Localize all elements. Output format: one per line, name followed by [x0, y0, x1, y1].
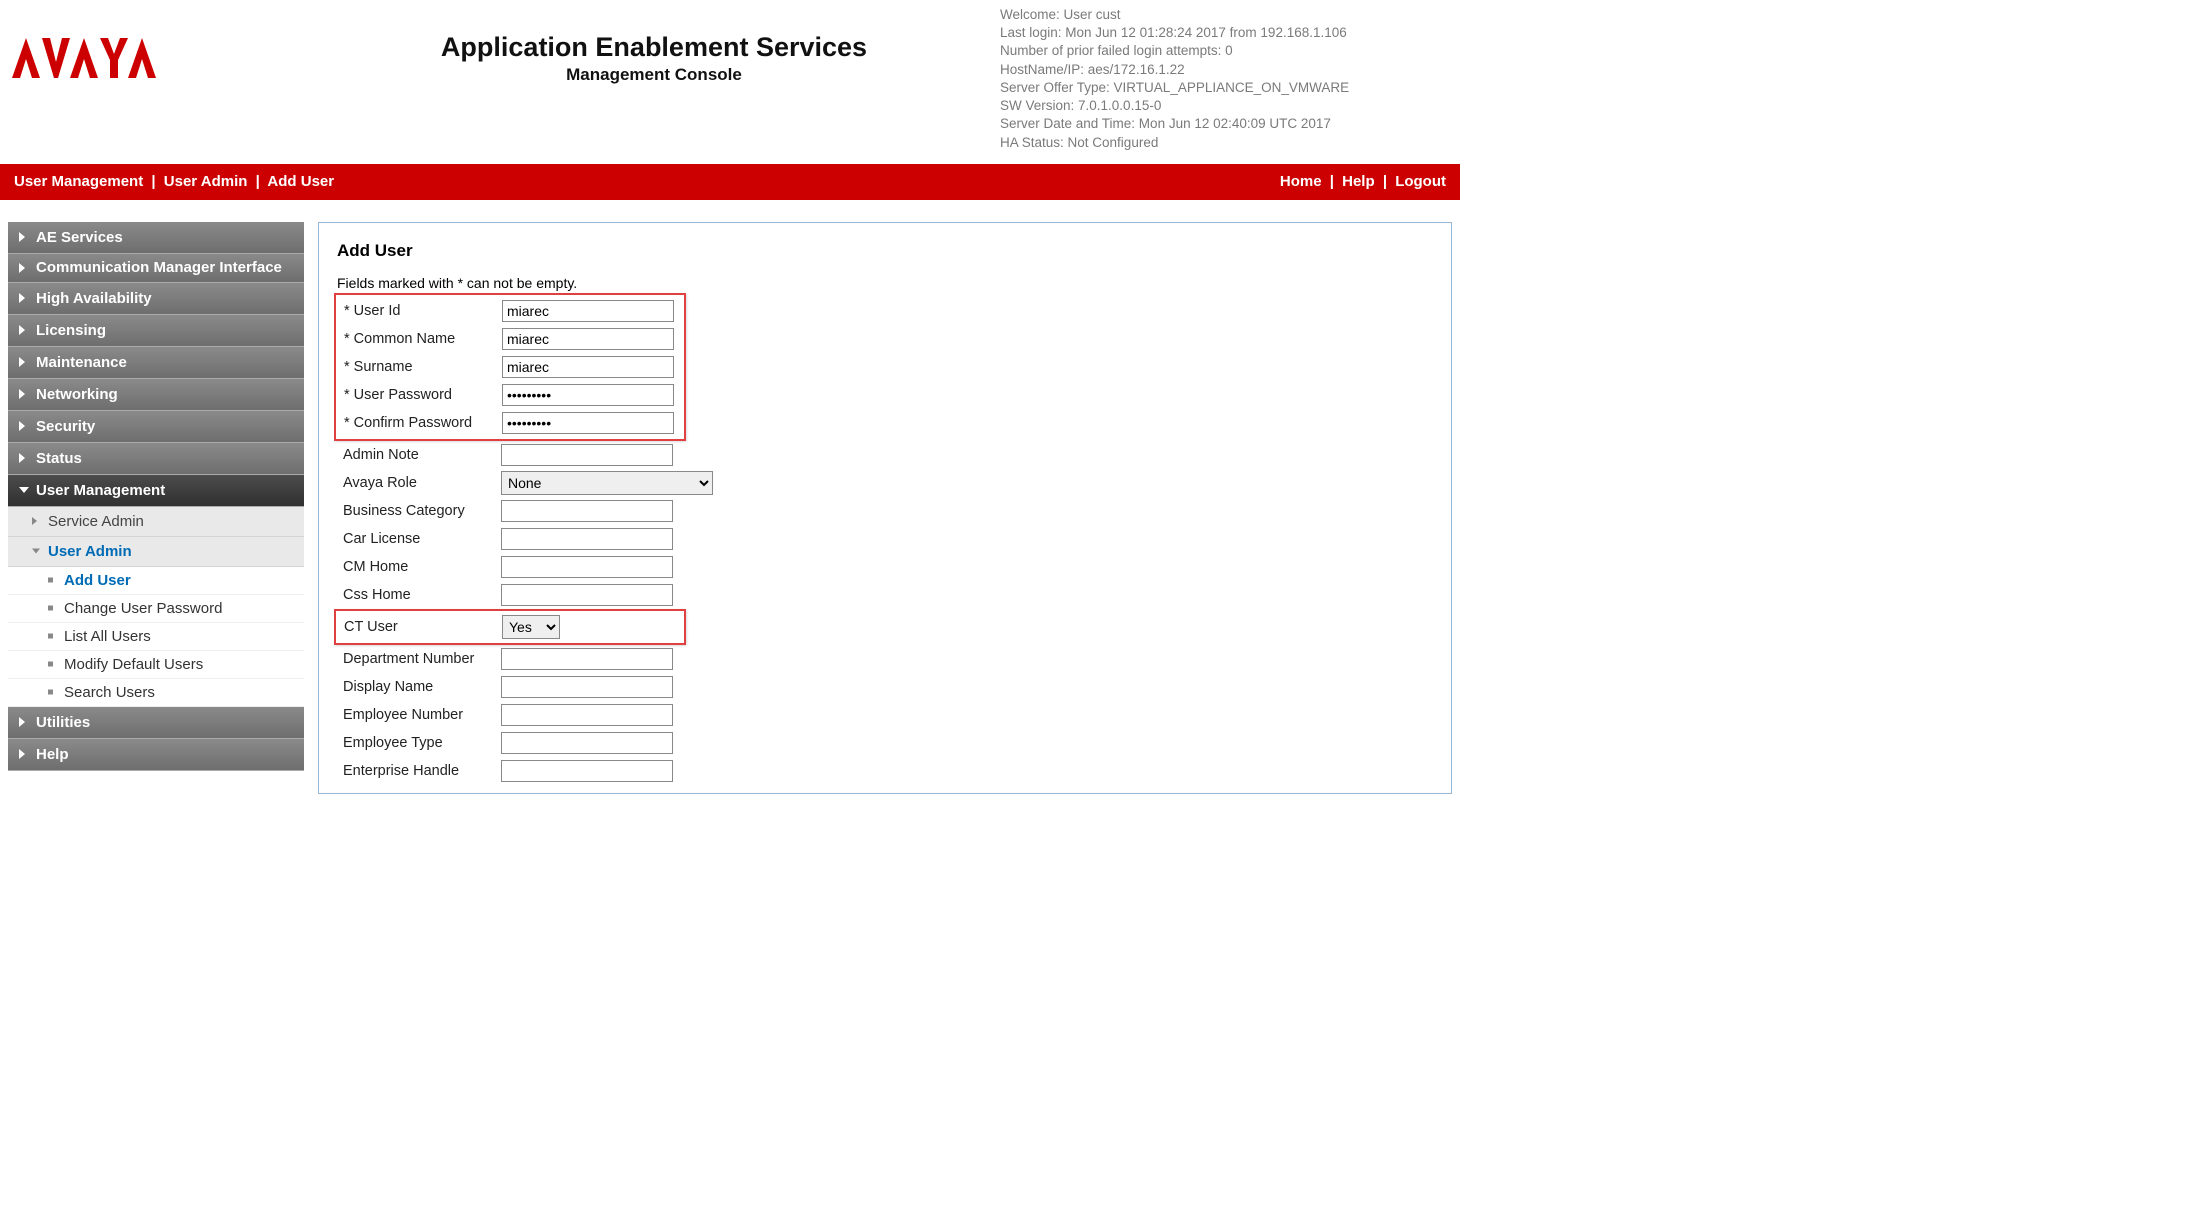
page-subtitle: Management Console	[308, 65, 1000, 85]
info-ha-status: HA Status: Not Configured	[1000, 134, 1460, 152]
label-employee-type: Employee Type	[337, 735, 501, 751]
label-department-number: Department Number	[337, 651, 501, 667]
label-common-name: * Common Name	[338, 331, 502, 347]
label-enterprise-handle: Enterprise Handle	[337, 763, 501, 779]
sidebar-item-licensing[interactable]: Licensing	[8, 315, 304, 347]
avaya-logo	[8, 34, 308, 82]
sidebar-leaf-change-user-password[interactable]: Change User Password	[8, 595, 304, 623]
info-last-login: Last login: Mon Jun 12 01:28:24 2017 fro…	[1000, 24, 1460, 42]
sidebar-leaf-add-user[interactable]: Add User	[8, 567, 304, 595]
label-admin-note: Admin Note	[337, 447, 501, 463]
info-failed-attempts: Number of prior failed login attempts: 0	[1000, 42, 1460, 60]
sidebar-item-security[interactable]: Security	[8, 411, 304, 443]
label-car-license: Car License	[337, 531, 501, 547]
sidebar-item-cm-interface[interactable]: Communication Manager Interface	[8, 254, 304, 283]
info-hostname: HostName/IP: aes/172.16.1.22	[1000, 61, 1460, 79]
top-right-links: Home | Help | Logout	[1280, 173, 1446, 190]
breadcrumb-bar: User Management | User Admin | Add User …	[0, 164, 1460, 200]
user-id-input[interactable]	[502, 300, 674, 322]
logo-block	[8, 4, 308, 82]
required-note: Fields marked with * can not be empty.	[337, 275, 1433, 291]
label-surname: * Surname	[338, 359, 502, 375]
label-user-password: * User Password	[338, 387, 502, 403]
sidebar-item-user-management[interactable]: User Management	[8, 475, 304, 507]
enterprise-handle-input[interactable]	[501, 760, 673, 782]
session-info-block: Welcome: User cust Last login: Mon Jun 1…	[1000, 4, 1460, 152]
info-server-offer: Server Offer Type: VIRTUAL_APPLIANCE_ON_…	[1000, 79, 1460, 97]
label-css-home: Css Home	[337, 587, 501, 603]
user-password-input[interactable]	[502, 384, 674, 406]
sidebar-sub-user-admin[interactable]: User Admin	[8, 537, 304, 567]
breadcrumb-user-admin[interactable]: User Admin	[164, 173, 248, 190]
info-server-date: Server Date and Time: Mon Jun 12 02:40:0…	[1000, 115, 1460, 133]
label-cm-home: CM Home	[337, 559, 501, 575]
display-name-input[interactable]	[501, 676, 673, 698]
label-business-category: Business Category	[337, 503, 501, 519]
header-area: Application Enablement Services Manageme…	[0, 0, 1460, 152]
employee-type-input[interactable]	[501, 732, 673, 754]
sidebar-leaf-list-all-users[interactable]: List All Users	[8, 623, 304, 651]
sidebar-item-ae-services[interactable]: AE Services	[8, 222, 304, 254]
page-title: Application Enablement Services	[308, 32, 1000, 63]
label-user-id: * User Id	[338, 303, 502, 319]
sidebar-item-high-availability[interactable]: .High Availability	[8, 283, 304, 315]
highlight-ct-user: CT User Yes	[334, 609, 686, 645]
common-name-input[interactable]	[502, 328, 674, 350]
sidebar-item-utilities[interactable]: Utilities	[8, 707, 304, 739]
employee-number-input[interactable]	[501, 704, 673, 726]
breadcrumb-add-user[interactable]: Add User	[267, 173, 334, 190]
sidebar-item-help-nav[interactable]: Help	[8, 739, 304, 771]
content-wrap: AE Services Communication Manager Interf…	[0, 200, 1460, 794]
confirm-password-input[interactable]	[502, 412, 674, 434]
business-category-input[interactable]	[501, 500, 673, 522]
avaya-role-select[interactable]: None	[501, 471, 713, 495]
admin-note-input[interactable]	[501, 444, 673, 466]
sidebar-sub-service-admin[interactable]: Service Admin	[8, 507, 304, 537]
sidebar-leaf-search-users[interactable]: Search Users	[8, 679, 304, 707]
sidebar-item-maintenance[interactable]: Maintenance	[8, 347, 304, 379]
department-number-input[interactable]	[501, 648, 673, 670]
css-home-input[interactable]	[501, 584, 673, 606]
title-block: Application Enablement Services Manageme…	[308, 4, 1000, 85]
label-employee-number: Employee Number	[337, 707, 501, 723]
panel-heading: Add User	[337, 241, 1433, 261]
highlight-required-fields: * User Id * Common Name * Surname * User…	[334, 293, 686, 441]
sidebar-leaf-modify-default-users[interactable]: Modify Default Users	[8, 651, 304, 679]
sidebar-item-networking[interactable]: Networking	[8, 379, 304, 411]
label-display-name: Display Name	[337, 679, 501, 695]
car-license-input[interactable]	[501, 528, 673, 550]
info-welcome: Welcome: User cust	[1000, 6, 1460, 24]
ct-user-select[interactable]: Yes	[502, 615, 560, 639]
home-link[interactable]: Home	[1280, 173, 1322, 190]
logout-link[interactable]: Logout	[1395, 173, 1446, 190]
cm-home-input[interactable]	[501, 556, 673, 578]
breadcrumb: User Management | User Admin | Add User	[14, 173, 334, 190]
breadcrumb-user-management[interactable]: User Management	[14, 173, 143, 190]
label-ct-user: CT User	[338, 619, 502, 635]
surname-input[interactable]	[502, 356, 674, 378]
sidebar: AE Services Communication Manager Interf…	[8, 222, 304, 794]
sidebar-item-status[interactable]: Status	[8, 443, 304, 475]
label-avaya-role: Avaya Role	[337, 475, 501, 491]
help-link[interactable]: Help	[1342, 173, 1375, 190]
label-confirm-password: * Confirm Password	[338, 415, 502, 431]
info-sw-version: SW Version: 7.0.1.0.0.15-0	[1000, 97, 1460, 115]
main-panel: Add User Fields marked with * can not be…	[318, 222, 1452, 794]
